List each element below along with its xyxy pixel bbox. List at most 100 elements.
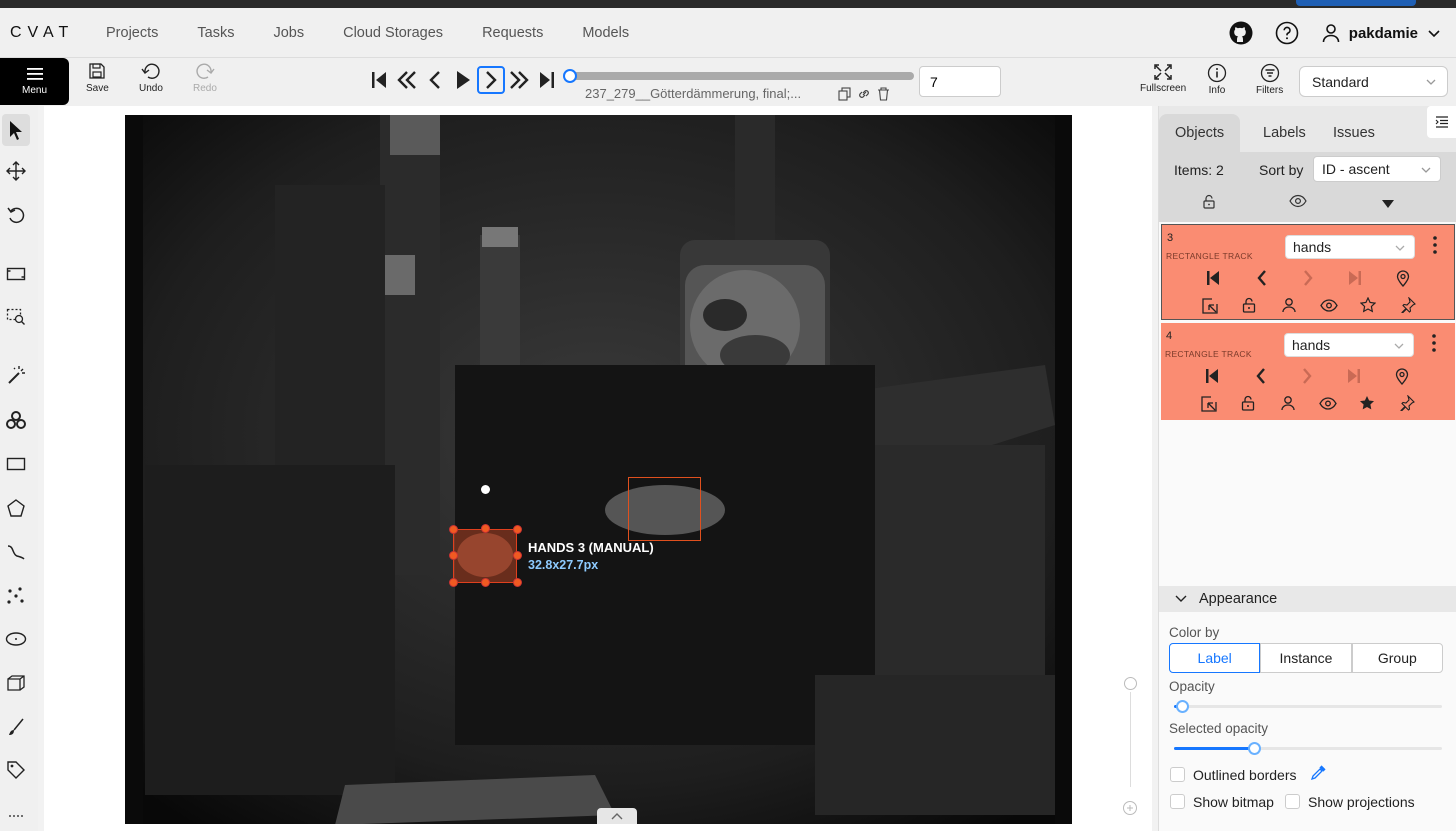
collapse-panel-button[interactable] xyxy=(597,808,637,824)
resize-handle[interactable] xyxy=(481,578,490,587)
selected-opacity-slider[interactable] xyxy=(1174,742,1442,755)
frame-number-input[interactable] xyxy=(919,66,1001,97)
help-icon[interactable] xyxy=(1275,21,1299,45)
unlock-icon[interactable] xyxy=(1242,297,1256,318)
openvino-tool[interactable] xyxy=(4,408,28,432)
redo-button[interactable]: Redo xyxy=(193,62,217,94)
next-keyframe-icon[interactable] xyxy=(1301,368,1313,389)
opacity-slider-handle[interactable] xyxy=(1176,700,1190,713)
back-step-button[interactable] xyxy=(393,66,421,94)
zoom-slider-track[interactable] xyxy=(1130,692,1131,787)
rotate-tool[interactable] xyxy=(4,203,28,227)
resize-handle[interactable] xyxy=(481,524,490,533)
object-label-select[interactable]: hands xyxy=(1285,235,1415,259)
nav-projects[interactable]: Projects xyxy=(106,25,158,41)
next-frame-button[interactable] xyxy=(477,66,505,94)
lock-all-icon[interactable] xyxy=(1202,194,1216,215)
location-pin-icon[interactable] xyxy=(1396,269,1410,292)
tab-labels[interactable]: Labels xyxy=(1247,114,1322,152)
first-keyframe-icon[interactable] xyxy=(1205,368,1219,389)
star-filled-icon[interactable] xyxy=(1359,395,1375,416)
first-keyframe-icon[interactable] xyxy=(1206,270,1220,291)
github-icon[interactable] xyxy=(1229,21,1253,45)
annotation-canvas[interactable] xyxy=(125,115,1072,824)
draw-polyline-tool[interactable] xyxy=(4,540,28,564)
show-projections-checkbox[interactable] xyxy=(1285,794,1300,809)
color-by-group-option[interactable]: Group xyxy=(1351,643,1443,673)
draw-ellipse-tool[interactable] xyxy=(4,627,28,651)
user-icon[interactable] xyxy=(1282,297,1296,318)
draw-cuboid-tool[interactable] xyxy=(4,671,28,695)
opacity-slider[interactable] xyxy=(1174,700,1442,713)
star-outline-icon[interactable] xyxy=(1359,296,1377,318)
fit-tool[interactable] xyxy=(4,262,28,286)
play-button[interactable] xyxy=(449,66,477,94)
draw-rectangle-tool[interactable] xyxy=(4,452,28,476)
info-button[interactable]: Info xyxy=(1207,63,1227,96)
fullscreen-button[interactable]: Fullscreen xyxy=(1140,63,1186,94)
undo-button[interactable]: Undo xyxy=(139,62,163,94)
more-tools-icon[interactable] xyxy=(4,804,28,828)
eye-icon[interactable] xyxy=(1319,397,1337,415)
annotation-box-4[interactable] xyxy=(628,477,701,541)
nav-cloud-storages[interactable]: Cloud Storages xyxy=(343,25,443,41)
last-frame-button[interactable] xyxy=(533,66,561,94)
prev-frame-button[interactable] xyxy=(421,66,449,94)
resize-handle[interactable] xyxy=(513,525,522,534)
sidebar-collapse-button[interactable] xyxy=(1427,106,1456,138)
pin-icon[interactable] xyxy=(1400,296,1416,318)
link-icon[interactable] xyxy=(857,87,871,101)
resize-handle[interactable] xyxy=(449,578,458,587)
nav-tasks[interactable]: Tasks xyxy=(197,25,234,41)
copy-icon[interactable] xyxy=(838,87,851,101)
draw-mask-tool[interactable] xyxy=(4,715,28,739)
workspace-select[interactable]: Standard xyxy=(1299,66,1448,97)
first-frame-button[interactable] xyxy=(365,66,393,94)
zoom-in-icon[interactable] xyxy=(1122,800,1138,821)
user-icon[interactable] xyxy=(1281,395,1295,416)
color-by-instance-option[interactable]: Instance xyxy=(1260,643,1352,673)
color-by-label-option[interactable]: Label xyxy=(1169,643,1261,673)
selected-opacity-slider-handle[interactable] xyxy=(1248,742,1262,755)
resize-handle[interactable] xyxy=(449,551,458,560)
color-picker-icon[interactable] xyxy=(1310,765,1326,786)
draw-polygon-tool[interactable] xyxy=(4,496,28,520)
forward-step-button[interactable] xyxy=(505,66,533,94)
setup-tag-tool[interactable] xyxy=(4,758,28,782)
nav-requests[interactable]: Requests xyxy=(482,25,543,41)
resize-handle[interactable] xyxy=(513,578,522,587)
prev-keyframe-icon[interactable] xyxy=(1256,270,1268,291)
unlock-icon[interactable] xyxy=(1241,395,1255,416)
more-vertical-icon[interactable] xyxy=(1432,235,1438,260)
filters-button[interactable]: Filters xyxy=(1256,63,1283,96)
zoom-slider-handle[interactable] xyxy=(1124,677,1137,690)
expand-all-icon[interactable] xyxy=(1381,196,1395,214)
sort-select[interactable]: ID - ascent xyxy=(1313,156,1441,182)
last-keyframe-icon[interactable] xyxy=(1347,368,1361,389)
draw-points-tool[interactable] xyxy=(4,584,28,608)
outside-icon[interactable] xyxy=(1201,396,1217,417)
frame-slider[interactable] xyxy=(563,69,914,83)
move-tool[interactable] xyxy=(4,159,28,183)
annotation-box-3-selected[interactable] xyxy=(453,529,517,583)
user-menu[interactable]: pakdamie xyxy=(1321,23,1450,43)
more-vertical-icon[interactable] xyxy=(1431,333,1437,358)
eye-all-icon[interactable] xyxy=(1289,194,1307,213)
frame-slider-handle[interactable] xyxy=(563,69,577,83)
delete-frame-icon[interactable] xyxy=(877,87,890,101)
rotation-handle[interactable] xyxy=(481,485,490,494)
eye-icon[interactable] xyxy=(1320,299,1338,317)
show-bitmap-checkbox[interactable] xyxy=(1170,794,1185,809)
appearance-header[interactable]: Appearance xyxy=(1159,586,1456,612)
object-card-4[interactable]: 4 RECTANGLE TRACK hands xyxy=(1161,323,1455,420)
object-card-3[interactable]: 3 RECTANGLE TRACK hands xyxy=(1161,224,1455,320)
pin-icon[interactable] xyxy=(1399,394,1415,416)
cvat-logo[interactable]: CVAT xyxy=(10,24,74,42)
nav-jobs[interactable]: Jobs xyxy=(273,25,304,41)
save-button[interactable]: Save xyxy=(86,62,109,94)
outlined-borders-checkbox[interactable] xyxy=(1170,767,1185,782)
object-label-select[interactable]: hands xyxy=(1284,333,1414,357)
resize-handle[interactable] xyxy=(513,551,522,560)
tab-issues[interactable]: Issues xyxy=(1317,114,1391,152)
location-pin-icon[interactable] xyxy=(1395,367,1409,390)
